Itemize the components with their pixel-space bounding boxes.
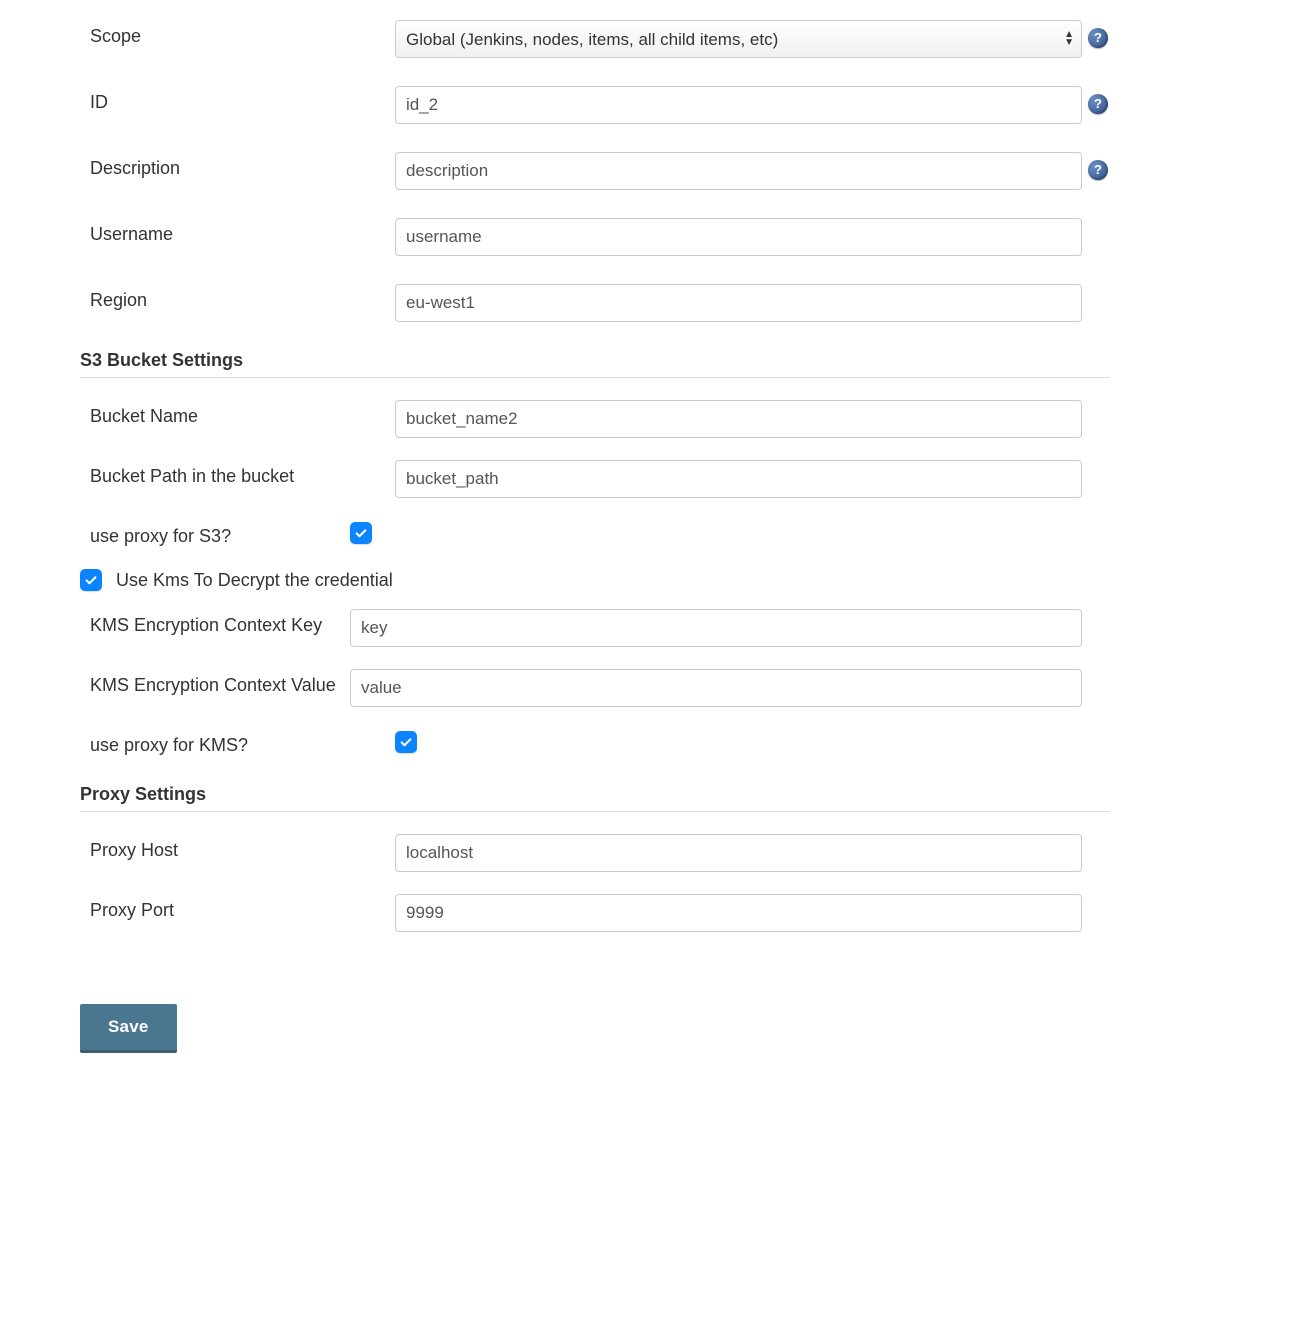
section-s3-heading: S3 Bucket Settings <box>80 350 1110 378</box>
section-proxy-heading: Proxy Settings <box>80 784 1110 812</box>
row-use-kms: Use Kms To Decrypt the credential <box>80 569 1110 591</box>
row-scope: Scope Global (Jenkins, nodes, items, all… <box>80 20 1110 58</box>
proxy-port-input[interactable] <box>395 894 1082 932</box>
label-bucket-name: Bucket Name <box>80 400 395 427</box>
label-scope: Scope <box>80 20 395 47</box>
row-kms-proxy: use proxy for KMS? <box>80 729 1110 756</box>
help-icon[interactable]: ? <box>1088 28 1108 48</box>
proxy-host-input[interactable] <box>395 834 1082 872</box>
id-input[interactable] <box>395 86 1082 124</box>
bucket-name-input[interactable] <box>395 400 1082 438</box>
label-username: Username <box>80 218 395 245</box>
label-proxy-host: Proxy Host <box>80 834 395 861</box>
check-icon <box>84 573 98 587</box>
save-button[interactable]: Save <box>80 1004 177 1053</box>
row-proxy-host: Proxy Host <box>80 834 1110 872</box>
s3-proxy-checkbox[interactable] <box>350 522 372 544</box>
label-kms-key: KMS Encryption Context Key <box>80 609 350 636</box>
row-s3-proxy: use proxy for S3? <box>80 520 1110 547</box>
row-kms-value: KMS Encryption Context Value <box>80 669 1110 707</box>
label-proxy-port: Proxy Port <box>80 894 395 921</box>
row-username: Username <box>80 218 1110 256</box>
label-s3-proxy: use proxy for S3? <box>80 520 350 547</box>
row-proxy-port: Proxy Port <box>80 894 1110 932</box>
row-id: ID ? <box>80 86 1110 124</box>
label-region: Region <box>80 284 395 311</box>
description-input[interactable] <box>395 152 1082 190</box>
row-kms-key: KMS Encryption Context Key <box>80 609 1110 647</box>
row-description: Description ? <box>80 152 1110 190</box>
kms-value-input[interactable] <box>350 669 1082 707</box>
row-bucket-name: Bucket Name <box>80 400 1110 438</box>
username-input[interactable] <box>395 218 1082 256</box>
check-icon <box>399 735 413 749</box>
bucket-path-input[interactable] <box>395 460 1082 498</box>
label-description: Description <box>80 152 395 179</box>
credentials-form: Scope Global (Jenkins, nodes, items, all… <box>80 20 1110 1053</box>
help-icon[interactable]: ? <box>1088 94 1108 114</box>
kms-proxy-checkbox[interactable] <box>395 731 417 753</box>
check-icon <box>354 526 368 540</box>
use-kms-checkbox[interactable] <box>80 569 102 591</box>
scope-select[interactable]: Global (Jenkins, nodes, items, all child… <box>395 20 1082 58</box>
label-kms-proxy: use proxy for KMS? <box>80 729 395 756</box>
row-region: Region <box>80 284 1110 322</box>
label-id: ID <box>80 86 395 113</box>
label-kms-value: KMS Encryption Context Value <box>80 669 350 696</box>
row-bucket-path: Bucket Path in the bucket <box>80 460 1110 498</box>
label-use-kms: Use Kms To Decrypt the credential <box>116 570 393 591</box>
kms-key-input[interactable] <box>350 609 1082 647</box>
region-input[interactable] <box>395 284 1082 322</box>
help-icon[interactable]: ? <box>1088 160 1108 180</box>
label-bucket-path: Bucket Path in the bucket <box>80 460 395 487</box>
